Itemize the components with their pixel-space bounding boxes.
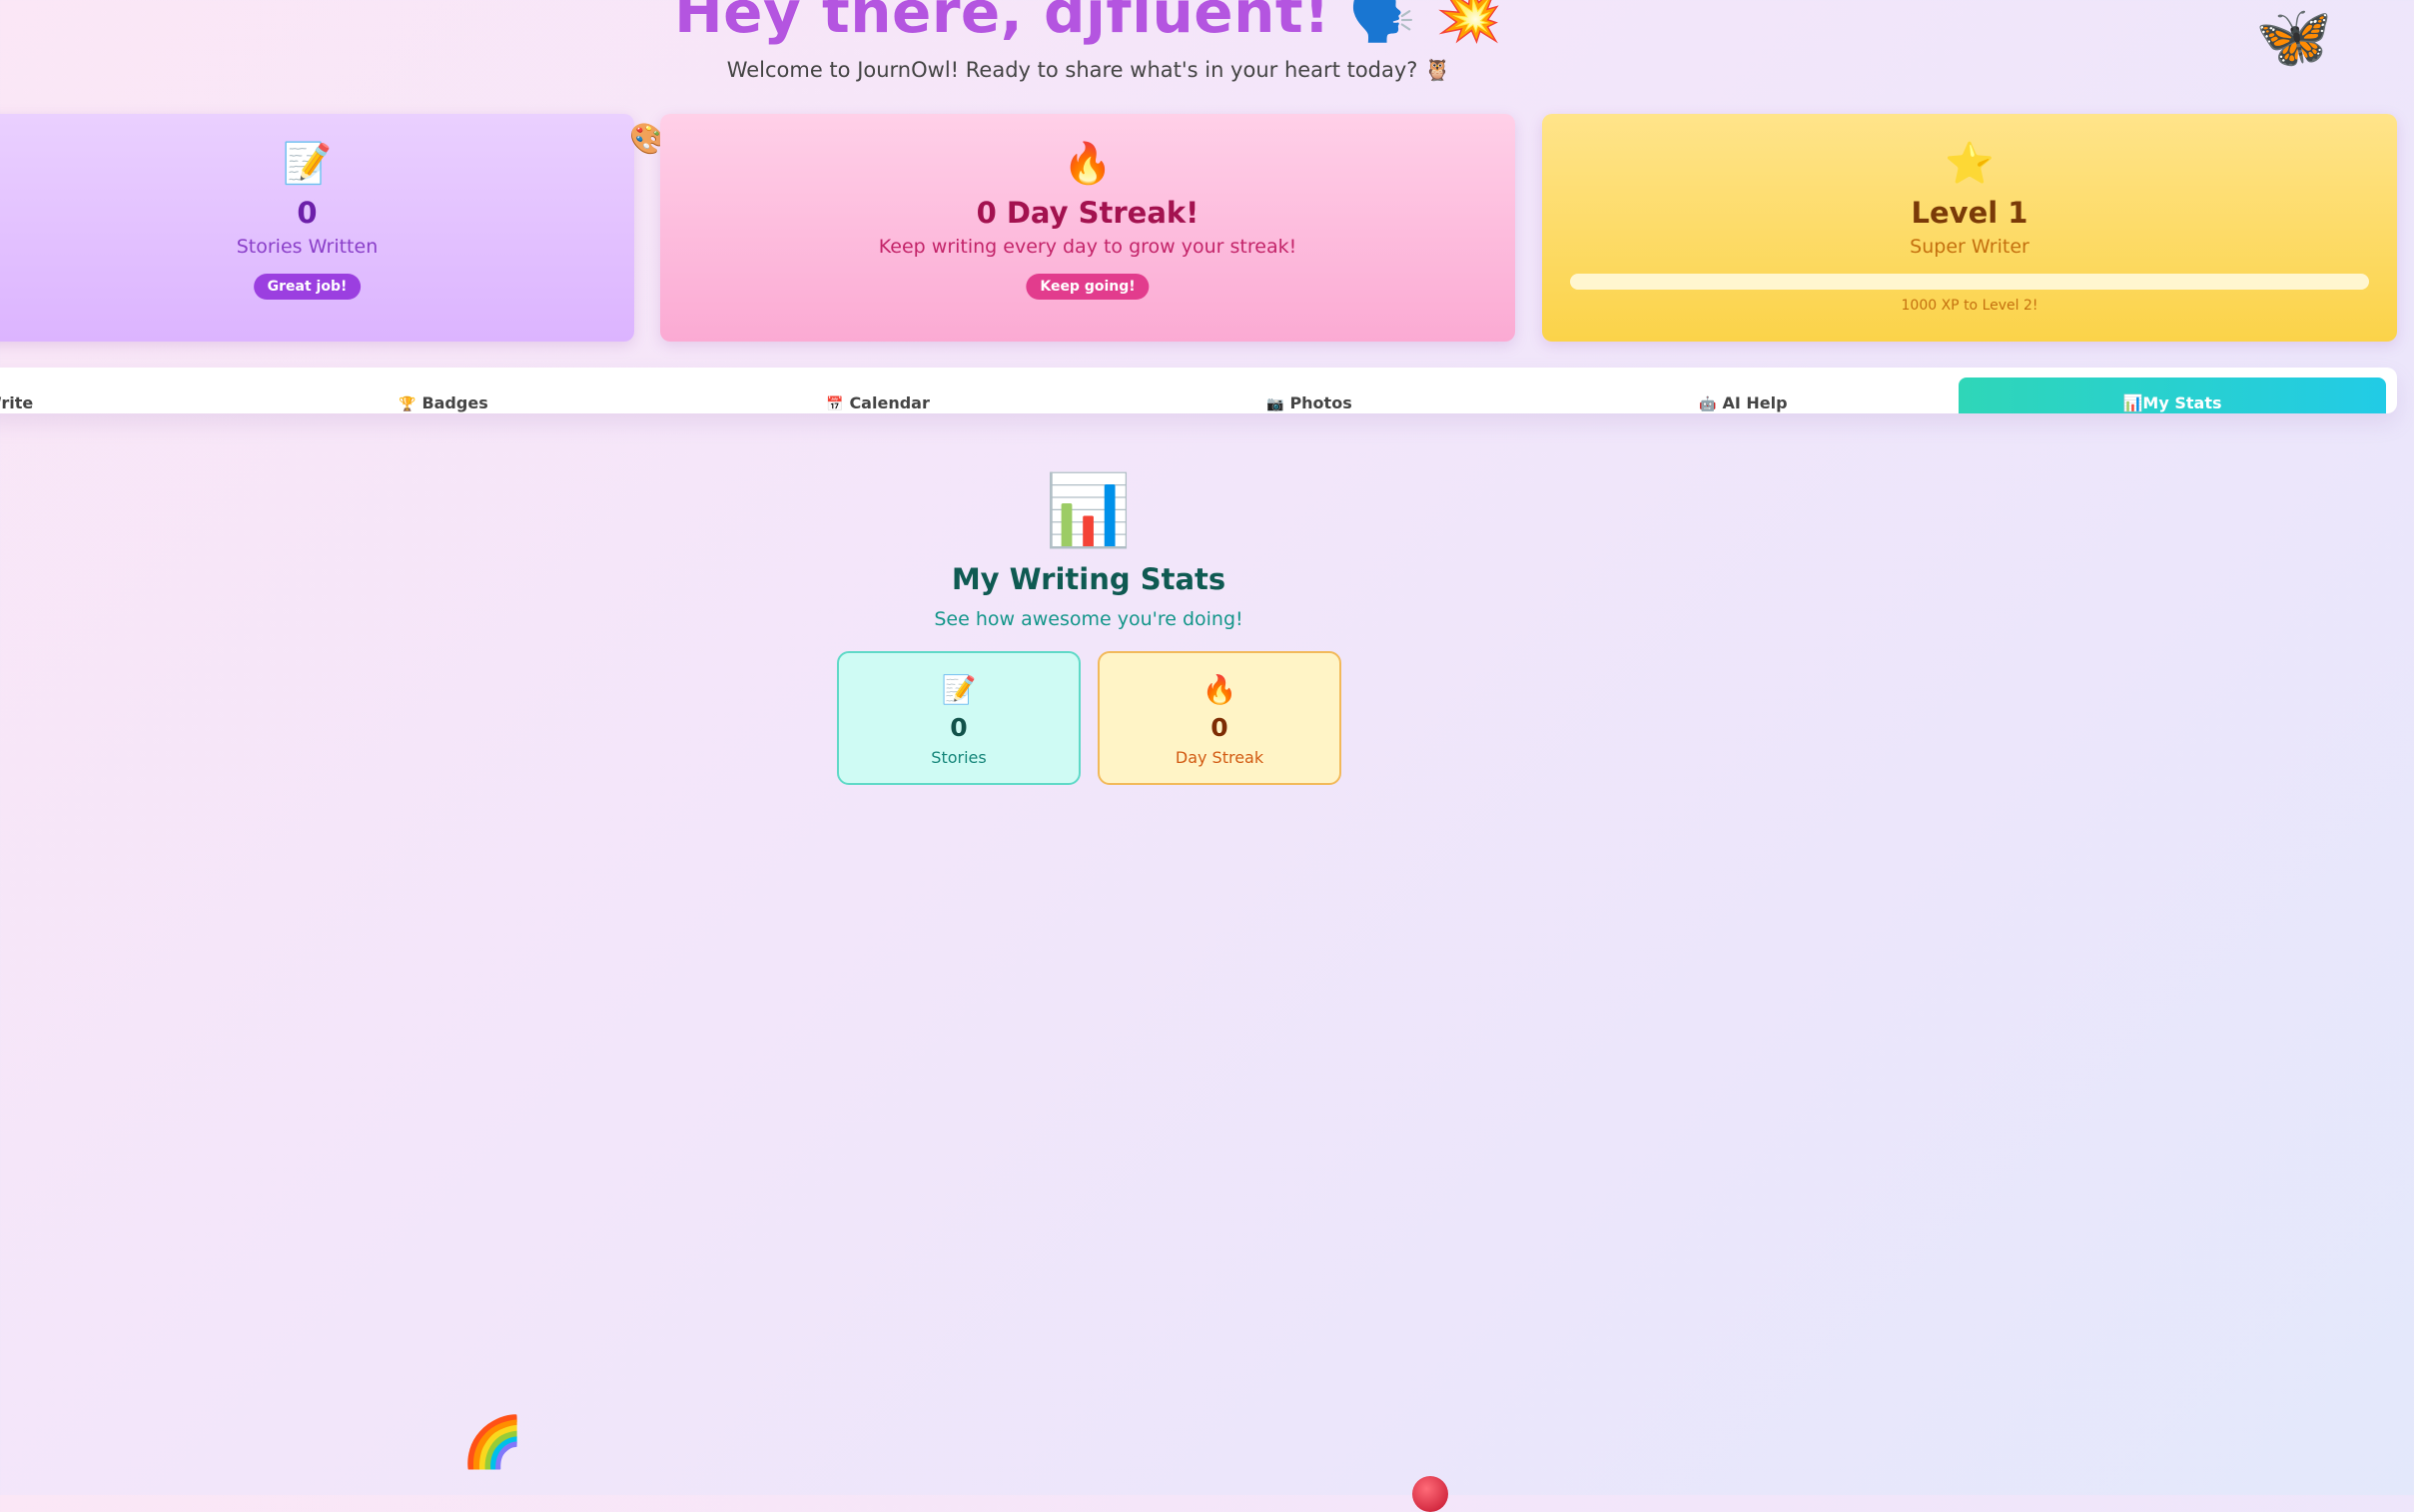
stories-stat-tile: 📝 0 Stories xyxy=(837,651,1081,785)
tab-write[interactable]: Write xyxy=(0,393,33,412)
butterfly-icon: 🦋 xyxy=(2255,0,2333,73)
main-tab-bar: Write 🏆 Badges 📅 Calendar 📷 Photos 🤖 AI Help… xyxy=(0,368,2397,413)
streak-stat-label: Day Streak xyxy=(1175,748,1264,767)
keep-going-badge: Keep going! xyxy=(1026,274,1150,300)
star-icon: ⭐ xyxy=(1945,141,1995,187)
robot-icon: 🤖 xyxy=(1699,396,1717,412)
fire-icon: 🔥 xyxy=(1202,673,1237,706)
tab-badges[interactable]: 🏆 Badges xyxy=(399,393,488,412)
level-card: ⭐ Level 1 Super Writer 1000 XP to Level … xyxy=(1542,114,2397,342)
tab-ai-help[interactable]: 🤖 AI Help xyxy=(1699,393,1788,412)
tab-photos-label: Photos xyxy=(1289,393,1352,412)
greeting-text: Hey there, djfluent! xyxy=(674,0,1331,46)
stats-title: My Writing Stats xyxy=(951,562,1226,596)
greeting-title: Hey there, djfluent! 🗣️ 💥 xyxy=(0,0,2177,46)
tab-calendar-label: Calendar xyxy=(849,393,930,412)
tab-badges-label: Badges xyxy=(421,393,488,412)
xp-progress-bar xyxy=(1570,274,2369,290)
balloon-icon xyxy=(1412,1476,1448,1512)
tab-calendar[interactable]: 📅 Calendar xyxy=(826,393,930,412)
level-rank: Super Writer xyxy=(1910,236,2029,258)
rainbow-icon: 🌈 xyxy=(461,1413,524,1471)
calendar-icon: 📅 xyxy=(826,396,844,412)
streak-stat-tile: 🔥 0 Day Streak xyxy=(1098,651,1341,785)
trophy-icon: 🏆 xyxy=(399,396,416,412)
stories-stat-value: 0 xyxy=(950,713,968,742)
fire-icon: 🔥 xyxy=(1063,141,1113,187)
tab-ai-help-label: AI Help xyxy=(1722,393,1788,412)
camera-icon: 📷 xyxy=(1266,396,1284,412)
stats-bar-chart-icon: 📊 xyxy=(1045,469,1133,551)
stories-written-card: 📝 0 Stories Written Great job! xyxy=(0,114,634,342)
stories-stat-label: Stories xyxy=(931,748,987,767)
stats-subtitle: See how awesome you're doing! xyxy=(934,608,1243,630)
day-streak-card: 🔥 0 Day Streak! Keep writing every day t… xyxy=(660,114,1515,342)
welcome-subtitle: Welcome to JournOwl! Ready to share what… xyxy=(726,58,1451,82)
stories-label: Stories Written xyxy=(236,236,379,258)
tab-photos[interactable]: 📷 Photos xyxy=(1266,393,1352,412)
bar-chart-icon: 📊 xyxy=(2122,393,2143,412)
stories-count: 0 xyxy=(297,196,318,230)
level-title: Level 1 xyxy=(1911,196,2028,230)
xp-progress-text: 1000 XP to Level 2! xyxy=(1901,298,2038,314)
greeting-emojis: 🗣️ 💥 xyxy=(1348,0,1503,45)
great-job-badge: Great job! xyxy=(253,274,362,300)
tab-write-label: Write xyxy=(0,393,34,412)
memo-icon: 📝 xyxy=(941,673,977,706)
memo-icon: 📝 xyxy=(282,141,333,187)
streak-title: 0 Day Streak! xyxy=(976,196,1200,230)
streak-message: Keep writing every day to grow your stre… xyxy=(878,236,1297,258)
streak-stat-value: 0 xyxy=(1210,713,1228,742)
tab-my-stats-label: My Stats xyxy=(2142,393,2222,412)
tab-my-stats[interactable]: 📊My Stats xyxy=(1959,378,2386,413)
